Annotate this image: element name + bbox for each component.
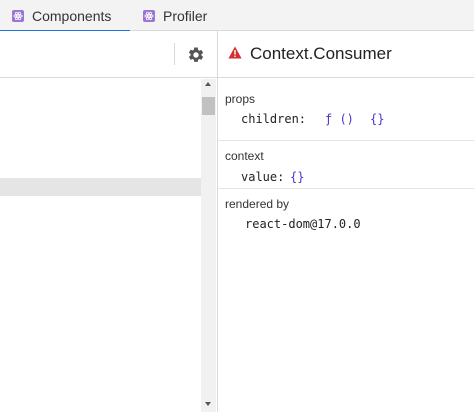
component-tree-panel [0,31,218,412]
props-section: props children: ƒ () {} [218,79,474,141]
rendered-by-title: rendered by [225,197,290,211]
tree-toolbar [0,31,218,78]
prop-value-object[interactable]: {} [370,112,384,126]
tab-components-label: Components [32,7,112,24]
scroll-thumb[interactable] [202,97,215,115]
devtools-tab-bar: Components Profiler [0,0,474,32]
tab-profiler[interactable]: Profiler [143,0,223,31]
rendered-by-section: rendered by react-dom@17.0.0 [218,189,474,249]
component-tree [0,79,201,412]
renderer-name: react-dom@17.0.0 [245,217,361,231]
props-title: props [225,92,256,106]
prop-key-children: children: [241,112,307,126]
warning-icon [228,46,242,59]
prop-value-function[interactable]: ƒ () [325,112,354,126]
tab-components[interactable]: Components [0,0,130,32]
selected-tree-row[interactable] [0,178,201,196]
context-section: context value: {} [218,141,474,189]
react-icon [12,9,24,22]
inspector-header: Context.Consumer [218,31,474,78]
context-value-object[interactable]: {} [290,170,304,184]
tree-scrollbar[interactable] [201,79,216,412]
inspector-panel: Context.Consumer props children: ƒ () {}… [218,31,474,412]
react-icon [143,9,155,22]
selected-component-name: Context.Consumer [250,44,392,63]
tab-profiler-label: Profiler [163,7,208,24]
context-key-value: value: [241,170,285,184]
context-title: context [225,149,264,163]
scroll-up-arrow[interactable] [205,82,211,86]
gear-icon[interactable] [187,46,205,64]
toolbar-divider [174,43,175,65]
scroll-down-arrow[interactable] [205,402,211,406]
